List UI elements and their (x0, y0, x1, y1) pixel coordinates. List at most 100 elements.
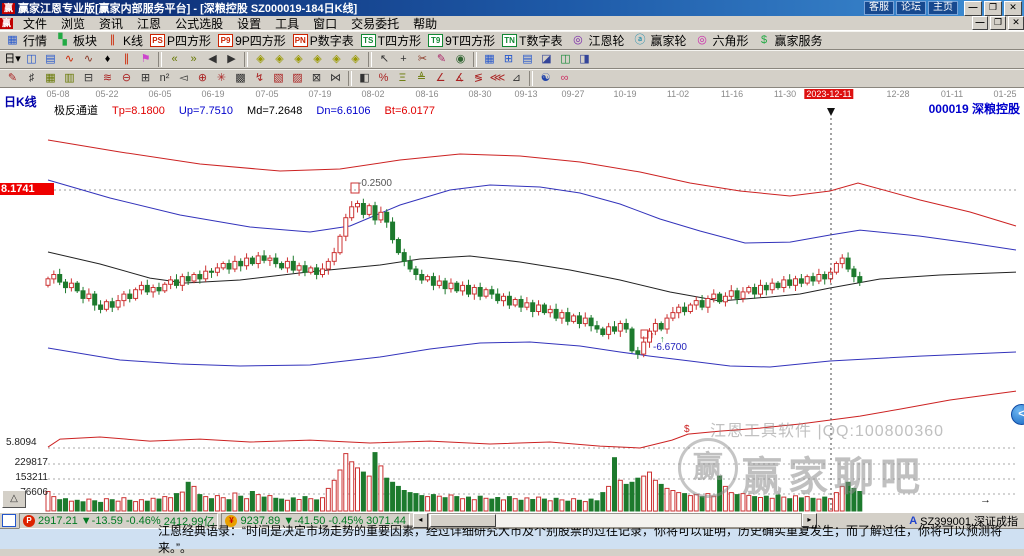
shade-box-tool-icon[interactable]: ▩ (232, 71, 249, 86)
compare-tool-icon[interactable]: ≶ (470, 71, 487, 86)
yinyang-icon-icon[interactable]: ☯ (537, 71, 554, 86)
wave-tool-icon[interactable]: ≋ (99, 71, 116, 86)
wedge-tool-icon[interactable]: ⊿ (508, 71, 525, 86)
quote-grid-icon[interactable] (2, 514, 16, 527)
menu-文件[interactable]: 文件 (16, 15, 54, 32)
lightning-tool-icon[interactable]: ↯ (251, 71, 268, 86)
save-icon-icon[interactable]: ◪ (538, 52, 555, 67)
period-day-dropdown-icon[interactable]: 日▾ (4, 52, 21, 67)
minimize-button[interactable]: — (964, 0, 982, 16)
gann-wheel-button-label[interactable]: 江恩轮 (588, 32, 624, 49)
title-link-客服[interactable]: 客服 (864, 1, 894, 15)
scrollbar-track[interactable] (427, 513, 802, 528)
n2-tool-icon[interactable]: n² (156, 71, 173, 86)
gann-grid-tool-icon[interactable]: ▦ (42, 71, 59, 86)
winner-wheel-button-icon[interactable]: ⓐ (631, 33, 648, 48)
grid-tool-2-icon[interactable]: ⊞ (137, 71, 154, 86)
t-square-button-label[interactable]: T四方形 (378, 32, 421, 49)
menu-工具[interactable]: 工具 (268, 15, 306, 32)
notes-icon-icon[interactable]: ▤ (519, 52, 536, 67)
ruler-tool-icon[interactable]: ⊟ (80, 71, 97, 86)
restore-button[interactable]: ❐ (984, 0, 1002, 16)
close-button[interactable]: ✕ (1004, 0, 1022, 16)
delta-tool-icon[interactable]: ≜ (413, 71, 430, 86)
percent-tool-icon[interactable]: % (375, 71, 392, 86)
hexagon-button-icon[interactable]: ◎ (694, 33, 711, 48)
p-table-button-label[interactable]: P数字表 (310, 32, 354, 49)
search-tool-icon[interactable]: ◉ (452, 52, 469, 67)
bowtie-tool-icon[interactable]: ⋈ (327, 71, 344, 86)
gann-box-tool-icon[interactable]: ▥ (61, 71, 78, 86)
target-tool-icon[interactable]: ⊕ (194, 71, 211, 86)
circle-tool-icon[interactable]: ⊖ (118, 71, 135, 86)
export-icon-icon[interactable]: ◫ (557, 52, 574, 67)
chart-canvas[interactable]: -0.2500 -6.6700 $ ↑ ↑ 05-08 05-22 06-05 06-19 07… (0, 88, 1024, 512)
menu-窗口[interactable]: 窗口 (306, 15, 344, 32)
winner-service-button-icon[interactable]: $ (756, 33, 773, 48)
hatch-tool-1-icon[interactable]: ▧ (270, 71, 287, 86)
title-link-论坛[interactable]: 论坛 (896, 1, 926, 15)
diamond-tool-4-icon[interactable]: ◈ (309, 52, 326, 67)
half-box-tool-icon[interactable]: ◧ (356, 71, 373, 86)
hatch-tool-2-icon[interactable]: ▨ (289, 71, 306, 86)
trend-zigzag-icon-icon[interactable]: ∿ (61, 52, 78, 67)
p-table-button-icon[interactable]: PN (292, 34, 308, 47)
9p-square-button-label[interactable]: 9P四方形 (235, 32, 286, 49)
kline-button-icon[interactable]: ∥ (104, 33, 121, 48)
star-tool-icon[interactable]: ✳ (213, 71, 230, 86)
diamond-tool-6-icon[interactable]: ◈ (347, 52, 364, 67)
calendar-icon-icon[interactable]: ▦ (481, 52, 498, 67)
menu-江恩[interactable]: 江恩 (130, 15, 168, 32)
diamond-tool-5-icon[interactable]: ◈ (328, 52, 345, 67)
child-restore-button[interactable]: ❐ (990, 16, 1006, 30)
angle-left-tool-icon[interactable]: ◅ (175, 71, 192, 86)
diamond-tool-3-icon[interactable]: ◈ (290, 52, 307, 67)
winner-wheel-button-label[interactable]: 赢家轮 (650, 32, 686, 49)
gann-wheel-button-icon[interactable]: ◎ (569, 33, 586, 48)
go-last-button-icon[interactable]: » (185, 52, 202, 67)
infinity-icon-icon[interactable]: ∞ (556, 71, 573, 86)
quotes-button-label[interactable]: 行情 (23, 32, 47, 49)
9t-square-button-icon[interactable]: T9 (428, 34, 444, 47)
quote-sheet-icon-icon[interactable]: ▤ (42, 52, 59, 67)
t-table-button-icon[interactable]: TN (502, 34, 518, 47)
go-next-button-icon[interactable]: ▶ (223, 52, 240, 67)
t-table-button-label[interactable]: T数字表 (519, 32, 562, 49)
chart-window-icon-icon[interactable]: ◫ (23, 52, 40, 67)
flag-icon-icon[interactable]: ⚑ (137, 52, 154, 67)
menu-帮助[interactable]: 帮助 (406, 15, 444, 32)
scrollbar-thumb[interactable] (429, 514, 496, 527)
9p-square-button-icon[interactable]: P9 (218, 34, 234, 47)
scroll-right-arrow[interactable]: → (980, 494, 991, 506)
9t-square-button-label[interactable]: 9T四方形 (445, 32, 495, 49)
grid-tool-1-icon[interactable]: ♯ (23, 71, 40, 86)
child-minimize-button[interactable]: — (972, 16, 988, 30)
menu-浏览[interactable]: 浏览 (54, 15, 92, 32)
menu-资讯[interactable]: 资讯 (92, 15, 130, 32)
menu-交易委托[interactable]: 交易委托 (344, 15, 406, 32)
kline-button-label[interactable]: K线 (123, 32, 143, 49)
crosshair-tool-icon[interactable]: + (395, 52, 412, 67)
p-square-button-label[interactable]: P四方形 (167, 32, 211, 49)
levels-tool-icon[interactable]: Ξ (394, 71, 411, 86)
t-square-button-icon[interactable]: TS (360, 34, 376, 47)
horizontal-scrollbar[interactable]: ◂ ▸ (412, 513, 817, 528)
child-close-button[interactable]: ✕ (1008, 16, 1024, 30)
pane-toggle-button[interactable]: △ (2, 490, 26, 508)
box-x-tool-icon[interactable]: ⊠ (308, 71, 325, 86)
pen-tool-icon[interactable]: ✎ (4, 71, 21, 86)
cut-tool-icon[interactable]: ✂ (414, 52, 431, 67)
draw-tool-icon[interactable]: ✎ (433, 52, 450, 67)
go-first-button-icon[interactable]: « (166, 52, 183, 67)
import-icon-icon[interactable]: ◨ (576, 52, 593, 67)
angle-tool-2-icon[interactable]: ∡ (451, 71, 468, 86)
hexagon-button-label[interactable]: 六角形 (713, 32, 749, 49)
hand-tool-icon[interactable]: ↖ (376, 52, 393, 67)
menu-设置[interactable]: 设置 (230, 15, 268, 32)
quotes-button-icon[interactable]: ▦ (4, 33, 21, 48)
fan-tool-icon[interactable]: ⋘ (489, 71, 506, 86)
p-square-button-icon[interactable]: PS (150, 34, 166, 47)
sectors-button-icon[interactable]: ▚ (54, 33, 71, 48)
candle-style-dropdown-icon[interactable]: ♦ (99, 52, 116, 67)
angle-tool-1-icon[interactable]: ∠ (432, 71, 449, 86)
